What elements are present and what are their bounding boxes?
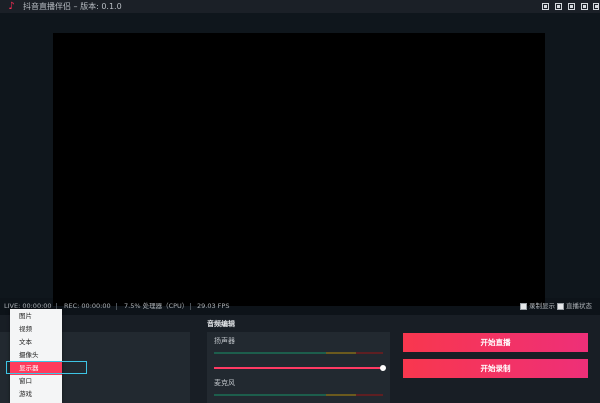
start-record-button[interactable]: 开始录制 bbox=[403, 359, 588, 378]
rec-timer: REC: 00:00:00 bbox=[64, 302, 111, 310]
status-bar: LIVE: 00:00:00 REC: 00:00:00 7.5% 处理器（CP… bbox=[0, 300, 600, 313]
speaker-volume-slider[interactable] bbox=[214, 367, 383, 369]
menu-item-video[interactable]: 视频 bbox=[10, 323, 62, 336]
speaker-volume-knob[interactable] bbox=[380, 365, 386, 371]
mic-label: 麦克风 bbox=[214, 379, 235, 387]
menu-item-text[interactable]: 文本 bbox=[10, 336, 62, 349]
record-display-checkbox[interactable] bbox=[520, 303, 527, 310]
canvas-area bbox=[0, 13, 600, 306]
highlight-box bbox=[6, 361, 87, 374]
speaker-meter-green bbox=[214, 352, 326, 354]
start-live-button[interactable]: 开始直播 bbox=[403, 333, 588, 352]
mic-meter-red bbox=[356, 394, 383, 396]
add-source-menu: 图片 视频 文本 摄像头 显示器 窗口 游戏 bbox=[10, 309, 62, 403]
live-status-label: 直播状态 bbox=[566, 302, 592, 310]
live-preview[interactable] bbox=[53, 33, 545, 306]
menu-item-window[interactable]: 窗口 bbox=[10, 375, 62, 388]
window-control-3[interactable] bbox=[568, 3, 575, 10]
menu-item-image[interactable]: 图片 bbox=[10, 310, 62, 323]
speaker-meter-red bbox=[356, 352, 383, 354]
speaker-meter-yellow bbox=[326, 352, 356, 354]
fps-counter: 29.03 FPS bbox=[197, 302, 230, 310]
mic-meter-green bbox=[214, 394, 326, 396]
window-control-4[interactable] bbox=[581, 3, 588, 10]
live-status-checkbox[interactable] bbox=[557, 303, 564, 310]
status-separator bbox=[116, 303, 117, 310]
speaker-label: 扬声器 bbox=[214, 337, 235, 345]
window-control-2[interactable] bbox=[555, 3, 562, 10]
mic-meter-yellow bbox=[326, 394, 356, 396]
tiktok-note-icon: ♪ bbox=[8, 1, 15, 12]
title-bar: ♪ 抖音直播伴侣 – 版本: 0.1.0 bbox=[0, 0, 600, 13]
record-display-label: 录制显示 bbox=[529, 302, 555, 310]
audio-section-title: 音频编辑 bbox=[207, 320, 235, 328]
window-control-5[interactable] bbox=[593, 3, 599, 10]
status-separator bbox=[190, 303, 191, 310]
app-title: 抖音直播伴侣 – 版本: 0.1.0 bbox=[23, 2, 122, 11]
menu-item-game[interactable]: 游戏 bbox=[10, 388, 62, 401]
cpu-usage: 7.5% 处理器（CPU） bbox=[124, 302, 189, 310]
window-control-1[interactable] bbox=[542, 3, 549, 10]
